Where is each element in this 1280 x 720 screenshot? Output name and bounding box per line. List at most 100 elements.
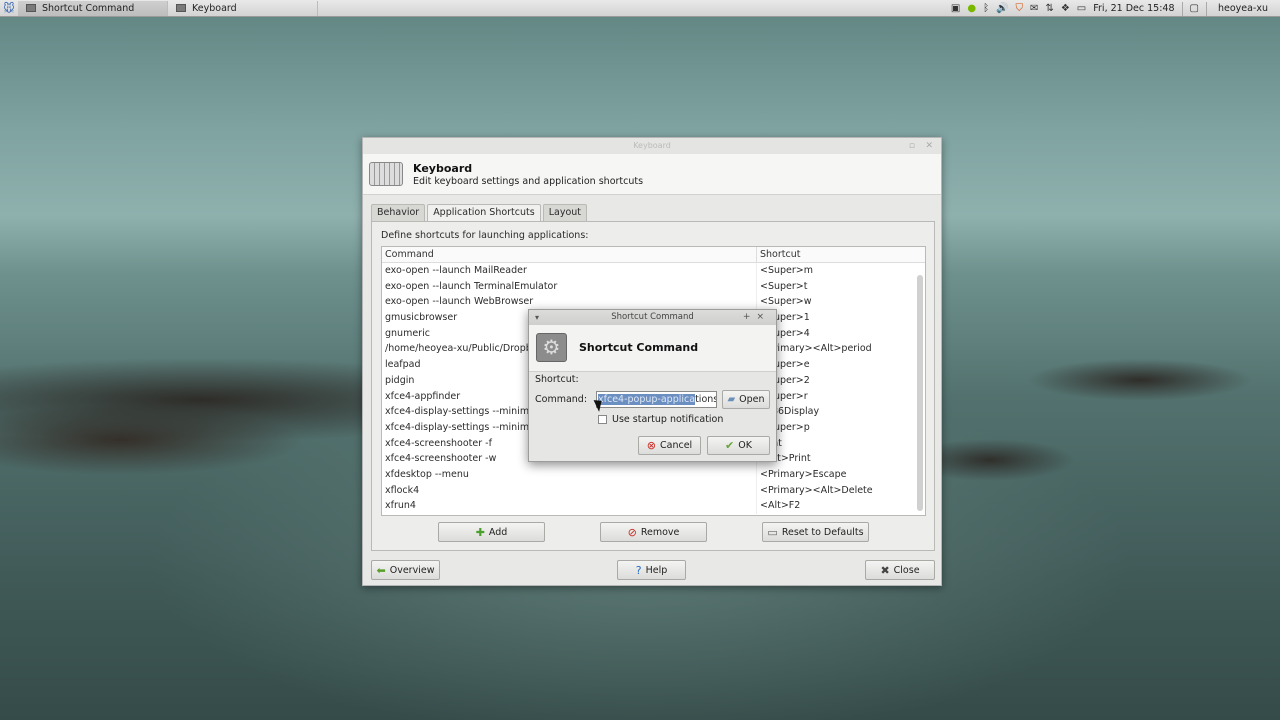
command-input[interactable]: xfce4-popup-applications <box>596 391 717 408</box>
column-header-command[interactable]: Command <box>382 247 757 262</box>
back-arrow-icon: ⬅ <box>376 563 386 577</box>
table-header: Command Shortcut <box>382 247 925 263</box>
shortcut-label: Shortcut: <box>535 374 579 385</box>
command-cell: exo-open --launch WebBrowser <box>382 294 757 311</box>
maximize-icon[interactable]: ▫ <box>909 138 915 154</box>
cancel-button[interactable]: ⊗ Cancel <box>638 436 701 455</box>
bluetooth-icon[interactable]: ᛒ <box>983 3 989 14</box>
window-header: Keyboard Edit keyboard settings and appl… <box>363 154 941 195</box>
tab-bar: Behavior Application Shortcuts Layout <box>371 204 587 222</box>
plus-icon: ✚ <box>475 525 485 539</box>
dialog-titlebar[interactable]: ▾ Shortcut Command +× <box>529 310 776 325</box>
remove-icon: ⊘ <box>627 525 637 539</box>
window-menu-icon[interactable]: ▾ <box>535 310 539 325</box>
window-title: Keyboard <box>633 141 671 150</box>
tab-layout[interactable]: Layout <box>542 204 587 221</box>
open-label: Open <box>739 394 765 405</box>
task-shortcut-command[interactable]: Shortcut Command <box>18 0 168 16</box>
command-cell: xfrun4 <box>382 498 757 514</box>
tab-application-shortcuts[interactable]: Application Shortcuts <box>427 204 541 222</box>
overview-button[interactable]: ⬅ Overview <box>371 560 440 580</box>
clipboard-icon[interactable]: ▣ <box>951 3 960 14</box>
check-icon: ✔ <box>725 439 735 452</box>
open-button[interactable]: ▰ Open <box>722 390 770 409</box>
network-icon[interactable]: ⇅ <box>1045 3 1053 14</box>
startup-notification-label[interactable]: Use startup notification <box>612 414 723 425</box>
reset-to-defaults-button[interactable]: ▭ Reset to Defaults <box>762 522 869 542</box>
table-row[interactable]: exo-open --launch WebBrowser <Super>w <box>382 294 925 311</box>
dialog-titlebar-text: Shortcut Command <box>611 312 694 322</box>
reset-icon: ▭ <box>767 525 778 539</box>
vertical-scrollbar[interactable] <box>917 275 923 511</box>
shortcut-command-dialog: ▾ Shortcut Command +× ⚙ Shortcut Command… <box>528 309 777 462</box>
dialog-header: ⚙ Shortcut Command <box>529 325 776 372</box>
user-name[interactable]: heoyea-xu <box>1214 3 1272 14</box>
help-button[interactable]: ? Help <box>617 560 686 580</box>
window-icon <box>26 4 36 12</box>
add-button[interactable]: ✚ Add <box>438 522 545 542</box>
shortcut-cell: <Super>m <box>760 265 814 276</box>
close-icon: ✖ <box>880 563 890 577</box>
top-panel: 🐭 Shortcut Command Keyboard ▣ ● ᛒ 🔊 ⛉ ✉ … <box>0 0 1280 17</box>
shortcut-cell: <Super>2 <box>760 374 810 386</box>
header-subtitle: Edit keyboard settings and application s… <box>413 176 644 187</box>
shortcut-cell: <Super>r <box>760 390 808 402</box>
shortcut-cell: <Primary>Escape <box>760 468 847 480</box>
remove-button[interactable]: ⊘ Remove <box>600 522 707 542</box>
startup-notification-checkbox[interactable] <box>598 415 607 424</box>
tab-behavior[interactable]: Behavior <box>371 204 426 221</box>
dropbox-icon[interactable]: ❖ <box>1061 3 1070 14</box>
close-window-icon[interactable]: ✕ <box>925 138 933 154</box>
dialog-header-title: Shortcut Command <box>579 341 699 354</box>
overview-label: Overview <box>389 564 435 576</box>
window-titlebar[interactable]: Keyboard ▫ ✕ <box>363 138 941 154</box>
help-label: Help <box>645 564 668 576</box>
table-row[interactable]: exo-open --launch MailReader <Super>m <box>382 263 925 279</box>
header-title: Keyboard <box>413 162 473 175</box>
column-header-shortcut[interactable]: Shortcut <box>757 247 912 262</box>
table-row[interactable]: xfdesktop --menu <Primary>Escape <box>382 466 925 483</box>
table-row[interactable]: exo-open --launch TerminalEmulator <Super… <box>382 278 925 295</box>
command-cell: xflock4 <box>382 482 757 499</box>
shortcut-cell: <Super>w <box>760 296 812 308</box>
shortcut-cell: <Alt>F2 <box>760 500 801 512</box>
shortcut-cell: <Super>p <box>760 421 810 433</box>
shortcut-cell: <Super>4 <box>760 327 810 339</box>
table-row[interactable]: xflock4 <Primary><Alt>Delete <box>382 482 925 499</box>
show-desktop-icon[interactable]: ▢ <box>1190 3 1199 14</box>
system-tray: ▣ ● ᛒ 🔊 ⛉ ✉ ⇅ ❖ ▭ Fri, 21 Dec 15:48 ▢ he… <box>951 0 1280 17</box>
close-button[interactable]: ✖ Close <box>865 560 935 580</box>
close-label: Close <box>893 564 920 576</box>
shortcut-cell: <Primary><Alt>period <box>760 343 872 355</box>
status-dot-icon[interactable]: ● <box>967 3 976 14</box>
table-row[interactable]: xfrun4 <Alt>F2 <box>382 498 925 514</box>
command-cell: xfdesktop --menu <box>382 466 757 483</box>
mail-icon[interactable]: ✉ <box>1030 3 1038 14</box>
shield-icon[interactable]: ⛉ <box>1016 3 1024 14</box>
help-icon: ? <box>635 563 642 577</box>
command-selected-text: xfce4-popup-applica <box>598 394 696 405</box>
dialog-window-controls[interactable]: +× <box>743 310 770 325</box>
command-label: Command: <box>535 394 588 405</box>
folder-icon[interactable]: ▭ <box>1077 3 1086 14</box>
ok-button[interactable]: ✔ OK <box>707 436 770 455</box>
shortcut-cell: <Primary><Alt>Delete <box>760 484 873 496</box>
shortcut-cell: Print <box>757 436 912 452</box>
cancel-icon: ⊗ <box>646 439 657 452</box>
keyboard-icon <box>176 4 186 12</box>
shortcut-cell: <Alt>Print <box>760 453 811 465</box>
shortcut-cell: <Super>t <box>760 280 808 292</box>
remove-label: Remove <box>640 526 680 538</box>
add-label: Add <box>488 526 508 538</box>
clock[interactable]: Fri, 21 Dec 15:48 <box>1093 3 1174 14</box>
separator <box>1181 1 1183 16</box>
shortcut-cell: XF86Display <box>760 406 820 418</box>
cancel-label: Cancel <box>660 440 693 451</box>
keyboard-icon <box>369 162 403 186</box>
folder-open-icon: ▰ <box>727 394 736 405</box>
task-label: Shortcut Command <box>42 2 135 14</box>
volume-icon[interactable]: 🔊 <box>996 3 1008 14</box>
task-keyboard[interactable]: Keyboard <box>168 0 318 16</box>
xfce-menu-icon[interactable]: 🐭 <box>0 0 18 17</box>
reset-label: Reset to Defaults <box>781 526 864 538</box>
